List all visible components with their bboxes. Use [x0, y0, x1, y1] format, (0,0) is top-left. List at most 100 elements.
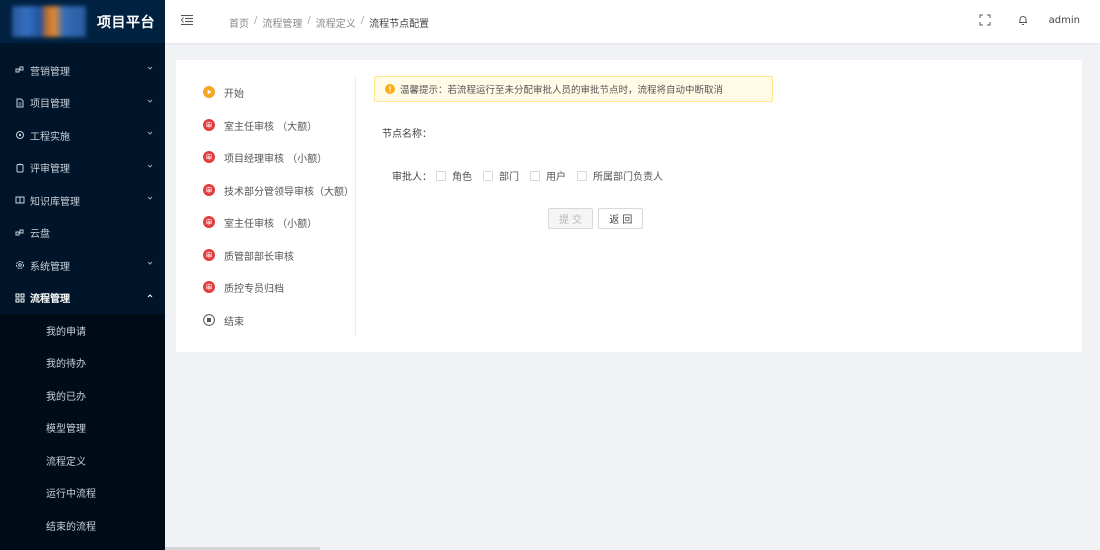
sidebar-item-marketing[interactable]: 营销管理: [0, 54, 165, 87]
submenu-item-running-processes[interactable]: 运行中流程: [0, 477, 165, 510]
step-label: 质管部部长审核: [224, 251, 294, 263]
cluster-icon: [15, 228, 25, 238]
content-card: 开始 审 室主任审核 （大额） 审 项目经理审核 （小额） 审 技术部分管领导审…: [176, 60, 1082, 352]
stop-icon: [203, 314, 215, 326]
breadcrumb-process-management[interactable]: 流程管理: [262, 15, 302, 30]
step-item[interactable]: 审 技术部分管领导审核（大额）: [203, 182, 354, 198]
checkbox-label: 所属部门负责人: [593, 172, 663, 183]
checkbox-box[interactable]: [483, 170, 493, 181]
checkbox-department-head[interactable]: 所属部门负责人: [577, 168, 663, 183]
chevron-down-icon: [147, 164, 153, 168]
approve-badge-text: 审: [206, 121, 213, 130]
chevron-down-icon: [147, 261, 153, 265]
process-submenu: 我的申请 我的待办 我的已办 模型管理 流程定义 运行中流程 结束的流程: [0, 314, 165, 542]
approver-label: 审批人：: [392, 172, 432, 183]
sidebar-item-system[interactable]: 系统管理: [0, 249, 165, 282]
checkbox-user[interactable]: 用户: [530, 168, 566, 183]
breadcrumb-home[interactable]: 首页: [229, 15, 249, 30]
back-button[interactable]: 返 回: [598, 208, 644, 229]
sidebar-item-label: 工程实施: [30, 131, 70, 143]
chevron-up-icon: [147, 293, 153, 297]
sidebar-item-review[interactable]: 评审管理: [0, 152, 165, 185]
breadcrumb-current: 流程节点配置: [369, 19, 430, 30]
approve-icon: 审: [203, 216, 215, 228]
checkbox-label: 角色: [452, 172, 472, 183]
step-item[interactable]: 审 室主任审核 （小额）: [203, 214, 317, 230]
gear-icon: [15, 130, 25, 140]
submit-button[interactable]: 提 交: [548, 208, 594, 229]
sidebar-item-cloud[interactable]: 云盘: [0, 217, 165, 250]
fullscreen-icon[interactable]: [979, 14, 991, 26]
approve-badge-text: 审: [206, 283, 213, 292]
breadcrumb-separator: /: [254, 15, 258, 26]
warning-alert: 温馨提示：若流程运行至未分配审批人员的审批节点时，流程将自动中断取消: [374, 76, 773, 102]
sidebar-item-knowledge[interactable]: 知识库管理: [0, 184, 165, 217]
flow-icon: [15, 293, 25, 303]
approve-badge-text: 审: [206, 218, 213, 227]
checkbox-label: 部门: [499, 172, 519, 183]
sidebar-item-label: 评审管理: [30, 164, 70, 176]
header-actions: admin: [979, 14, 1080, 26]
step-item[interactable]: 审 室主任审核 （大额）: [203, 117, 317, 133]
step-item[interactable]: 审 质管部部长审核: [203, 247, 294, 263]
sidebar-item-engineering[interactable]: 工程实施: [0, 119, 165, 152]
sidebar-bottom: [0, 540, 165, 550]
node-name-label: 节点名称：: [382, 129, 432, 140]
checkbox-box[interactable]: [436, 170, 446, 181]
step-label: 质控专员归档: [224, 283, 284, 295]
sidebar-item-process[interactable]: 流程管理: [0, 282, 165, 315]
checkbox-role[interactable]: 角色: [436, 168, 472, 183]
step-label: 室主任审核 （小额）: [224, 218, 318, 230]
sidebar-item-label: 知识库管理: [30, 196, 80, 208]
top-header: 首页 / 流程管理 / 流程定义 / 流程节点配置 admin: [165, 0, 1100, 43]
logo-bar: 项目平台: [0, 0, 165, 43]
chevron-down-icon: [147, 131, 153, 135]
menu-fold-icon[interactable]: [181, 14, 193, 26]
breadcrumb-process-definition[interactable]: 流程定义: [316, 15, 356, 30]
sidebar-item-project[interactable]: 项目管理: [0, 87, 165, 120]
submenu-item-my-todo[interactable]: 我的待办: [0, 347, 165, 380]
submenu-item-my-applications[interactable]: 我的申请: [0, 314, 165, 347]
breadcrumb: 首页 / 流程管理 / 流程定义 / 流程节点配置: [229, 15, 429, 30]
step-item[interactable]: 开始: [203, 84, 244, 100]
chevron-down-icon: [147, 66, 153, 70]
checkbox-box[interactable]: [530, 170, 540, 181]
app-title: 项目平台: [97, 15, 155, 31]
book-icon: [15, 195, 25, 205]
user-name[interactable]: admin: [1049, 15, 1080, 26]
warning-icon: [385, 84, 395, 94]
approve-badge-text: 审: [206, 186, 213, 195]
process-steps: 开始 审 室主任审核 （大额） 审 项目经理审核 （小额） 审 技术部分管领导审…: [176, 76, 356, 336]
step-label: 技术部分管领导审核（大额）: [224, 186, 354, 198]
approve-icon: 审: [203, 184, 215, 196]
submenu-item-my-done[interactable]: 我的已办: [0, 379, 165, 412]
chevron-down-icon: [147, 196, 153, 200]
approve-badge-text: 审: [206, 153, 213, 162]
submenu-item-process-definition[interactable]: 流程定义: [0, 444, 165, 477]
approve-icon: 审: [203, 151, 215, 163]
sidebar-menu: 营销管理 项目管理 工程实施 评审管理 知识库管理 云盘 系统管理 流程管理: [0, 43, 165, 314]
step-item[interactable]: 审 项目经理审核 （小额）: [203, 149, 327, 165]
sidebar-item-label: 云盘: [30, 229, 50, 241]
cluster-icon: [15, 65, 25, 75]
sidebar-item-label: 项目管理: [30, 99, 70, 111]
alert-text: 温馨提示：若流程运行至未分配审批人员的审批节点时，流程将自动中断取消: [400, 85, 724, 96]
checkbox-box[interactable]: [577, 170, 587, 181]
checkbox-department[interactable]: 部门: [483, 168, 519, 183]
checkbox-label: 用户: [546, 172, 566, 183]
submenu-item-finished-processes[interactable]: 结束的流程: [0, 509, 165, 542]
approver-row: 审批人： 角色 部门 用户 所属部门负责人: [392, 168, 674, 183]
node-config-panel: 温馨提示：若流程运行至未分配审批人员的审批节点时，流程将自动中断取消 节点名称：…: [374, 76, 1074, 229]
bell-icon[interactable]: [1017, 14, 1029, 26]
file-icon: [15, 98, 25, 108]
step-item[interactable]: 审 质控专员归档: [203, 279, 284, 295]
submenu-item-model-management[interactable]: 模型管理: [0, 412, 165, 445]
step-label: 开始: [224, 88, 244, 100]
clipboard-icon: [15, 163, 25, 173]
approve-badge-text: 审: [206, 251, 213, 260]
step-label: 结束: [224, 316, 244, 328]
play-icon: [203, 86, 215, 98]
step-label: 项目经理审核 （小额）: [224, 153, 328, 165]
step-item[interactable]: 结束: [203, 312, 244, 328]
sidebar-item-label: 系统管理: [30, 261, 70, 273]
